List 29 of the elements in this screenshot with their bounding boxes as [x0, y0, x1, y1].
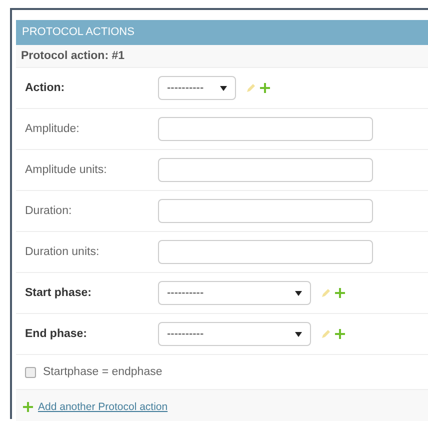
section-header: PROTOCOL ACTIONS [16, 20, 428, 45]
select-field[interactable]: ---------- [158, 76, 236, 100]
field-label: End phase: [25, 328, 88, 340]
checkbox[interactable] [25, 366, 36, 378]
add-icon[interactable] [335, 329, 345, 339]
inline-title: Protocol action: #1 [16, 45, 428, 68]
field-label: Amplitude: [25, 123, 80, 135]
add-icon[interactable] [260, 83, 270, 93]
field-label: Duration: [25, 205, 73, 217]
pencil-icon[interactable] [321, 288, 331, 298]
checkbox-label: Startphase = endphase [43, 366, 162, 378]
pencil-icon[interactable] [321, 329, 331, 339]
select-field[interactable]: ---------- [158, 281, 311, 305]
add-icon[interactable] [335, 288, 345, 298]
field-label: Action: [25, 82, 66, 94]
add-icon[interactable] [23, 402, 33, 412]
input-field[interactable] [158, 158, 373, 182]
input-field[interactable] [158, 240, 373, 264]
field-label: Start phase: [25, 287, 92, 299]
caret-icon [295, 290, 302, 296]
field-label: Duration units: [25, 246, 100, 258]
field-label: Amplitude units: [25, 164, 108, 176]
add-link[interactable]: Add another Protocol action [38, 400, 168, 412]
select-field[interactable]: ---------- [158, 322, 311, 346]
input-field[interactable] [158, 117, 373, 141]
caret-icon [220, 86, 227, 90]
pencil-icon[interactable] [246, 83, 256, 93]
input-field[interactable] [158, 199, 373, 223]
caret-icon [295, 332, 302, 336]
